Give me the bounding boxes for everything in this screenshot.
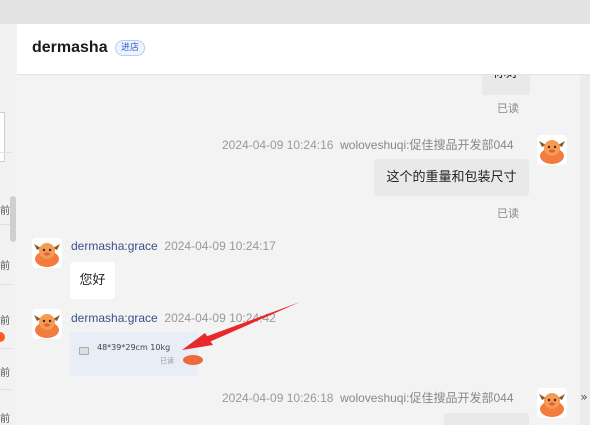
message-bubble: 这个的重量和包装尺寸 — [374, 159, 529, 196]
chat-header: dermasha 进店 — [17, 24, 590, 75]
unread-dot — [0, 332, 5, 342]
sender-name: woloveshuqi:促佳搜品开发部044 — [340, 391, 514, 405]
shop-name: dermasha — [32, 39, 108, 56]
buyer-avatar[interactable] — [32, 309, 62, 339]
card-text: 48*39*29cm 10kg — [97, 343, 171, 352]
message-text: 您好 — [79, 273, 106, 288]
message-meta: 2024-04-09 10:26:18 woloveshuqi:促佳搜品开发部0… — [222, 389, 514, 406]
conversation-time: 前 — [0, 206, 10, 217]
sender-name: woloveshuqi:促佳搜品开发部044 — [340, 138, 514, 152]
conversation-time: 前 — [0, 316, 10, 327]
divider — [0, 348, 12, 349]
top-strip — [0, 0, 590, 24]
chat-panel: dermasha 进店 你好 已读 2024-04-09 10:24:16 wo… — [17, 24, 590, 425]
message-text: 你好 — [493, 75, 519, 81]
message-timestamp: 2024-04-09 10:26:18 — [222, 391, 334, 405]
avatar-mascot-icon — [539, 393, 565, 417]
message-bubble: 您好 — [70, 262, 115, 299]
enter-shop-button[interactable]: 进店 — [115, 40, 146, 56]
double-chevron-icon[interactable]: » — [578, 387, 590, 407]
spec-card[interactable]: 48*39*29cm 10kg 已读 — [70, 332, 198, 376]
message-timestamp: 2024-04-09 10:24:42 — [164, 311, 276, 325]
sender-name: dermasha:grace — [71, 239, 158, 253]
list-scrollbar[interactable] — [10, 196, 16, 242]
divider — [0, 389, 12, 390]
message-meta: 2024-04-09 10:24:16 woloveshuqi:促佳搜品开发部0… — [222, 136, 514, 153]
card-read-status: 已读 — [160, 357, 174, 365]
seller-avatar[interactable] — [537, 135, 567, 165]
buyer-avatar[interactable] — [32, 238, 62, 268]
avatar-mascot-icon — [539, 140, 565, 164]
message-text: 这个的重量和包装尺寸 — [386, 170, 517, 185]
message-meta: dermasha:grace 2024-04-09 10:24:42 — [71, 311, 276, 325]
message-bubble: 你好 — [482, 75, 530, 95]
read-status: 已读 — [497, 207, 519, 220]
message-meta: dermasha:grace 2024-04-09 10:24:17 — [71, 239, 276, 253]
chat-scrollbar[interactable] — [580, 75, 590, 425]
avatar-mascot-icon — [34, 243, 60, 267]
sender-name: dermasha:grace — [71, 311, 158, 325]
conversation-time: 前 — [0, 414, 10, 425]
message-timestamp: 2024-04-09 10:24:17 — [164, 239, 276, 253]
divider — [0, 152, 12, 153]
avatar-mascot-icon — [34, 314, 60, 338]
search-box-edge[interactable] — [0, 112, 5, 162]
seller-avatar[interactable] — [537, 388, 567, 418]
conversation-time: 前 — [0, 368, 10, 379]
divider — [0, 284, 12, 285]
message-bubble — [444, 413, 529, 425]
message-list: 你好 已读 2024-04-09 10:24:16 woloveshuqi:促佳… — [17, 75, 580, 425]
message-timestamp: 2024-04-09 10:24:16 — [222, 138, 334, 152]
image-placeholder-icon — [79, 347, 89, 355]
read-status: 已读 — [497, 102, 519, 115]
conversation-time: 前 — [0, 261, 10, 272]
conversation-list: 前 前 前 前 前 — [0, 24, 18, 425]
